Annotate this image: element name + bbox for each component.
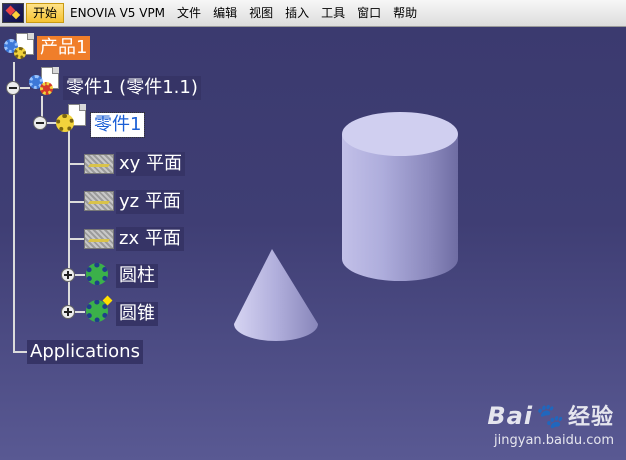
- menu-start[interactable]: 开始: [26, 3, 65, 23]
- plane-icon[interactable]: [84, 154, 114, 174]
- menu-help[interactable]: 帮助: [387, 3, 423, 23]
- tree-line: [68, 201, 84, 203]
- cylinder-solid[interactable]: [342, 112, 458, 281]
- minus-toggle-icon[interactable]: [6, 81, 20, 95]
- menu-insert[interactable]: 插入: [279, 3, 315, 23]
- tree-line: [68, 163, 84, 165]
- menu-bar: 开始 ENOVIA V5 VPM 文件 编辑 视图 插入 工具 窗口 帮助: [0, 0, 626, 27]
- tree-node-body-cone[interactable]: 圆锥: [116, 302, 158, 326]
- tree-node-body-cylinder[interactable]: 圆柱: [116, 264, 158, 288]
- plus-toggle-icon[interactable]: [61, 268, 75, 282]
- tree-node-plane-xy[interactable]: xy 平面: [116, 152, 186, 176]
- tree-node-plane-yz[interactable]: yz 平面: [116, 190, 184, 214]
- plus-toggle-icon[interactable]: [61, 305, 75, 319]
- tree-line: [68, 238, 84, 240]
- menu-enovia[interactable]: ENOVIA V5 VPM: [64, 3, 171, 23]
- baidu-jingyan-watermark: Bai🐾 经验 jingyan.baidu.com: [487, 399, 614, 448]
- menu-window[interactable]: 窗口: [351, 3, 387, 23]
- 3d-viewport[interactable]: 产品1 零件1 (零件1.1) 零件1 xy 平面 yz 平面 zx 平面 圆柱…: [0, 27, 626, 460]
- body-gear-icon[interactable]: [84, 295, 114, 325]
- tree-node-applications[interactable]: Applications: [27, 340, 143, 364]
- tree-line: [13, 62, 15, 352]
- tree-node-part-selected[interactable]: 零件1: [89, 112, 146, 138]
- catia-app-icon[interactable]: [2, 3, 24, 23]
- minus-toggle-icon[interactable]: [33, 116, 47, 130]
- cone-solid[interactable]: [234, 249, 318, 341]
- part-instance-icon[interactable]: [29, 67, 63, 97]
- tree-node-plane-zx[interactable]: zx 平面: [116, 227, 184, 251]
- watermark-url: jingyan.baidu.com: [494, 433, 614, 448]
- menu-edit[interactable]: 编辑: [207, 3, 243, 23]
- tree-node-product[interactable]: 产品1: [37, 36, 91, 60]
- product-assembly-icon[interactable]: [2, 33, 36, 61]
- tree-node-part-instance[interactable]: 零件1 (零件1.1): [63, 76, 201, 100]
- part-gear-icon[interactable]: [56, 104, 90, 132]
- plane-icon[interactable]: [84, 191, 114, 211]
- menu-view[interactable]: 视图: [243, 3, 279, 23]
- tree-line: [68, 130, 70, 312]
- menu-file[interactable]: 文件: [171, 3, 207, 23]
- body-gear-icon[interactable]: [84, 262, 114, 288]
- menu-tools[interactable]: 工具: [315, 3, 351, 23]
- watermark-logo: Bai🐾 经验: [487, 402, 614, 430]
- plane-icon[interactable]: [84, 229, 114, 249]
